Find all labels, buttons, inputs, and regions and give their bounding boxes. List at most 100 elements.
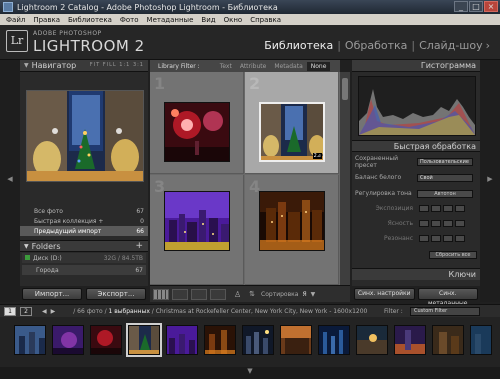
white-balance-dropdown[interactable]: Свой	[417, 173, 473, 182]
navigator-preview[interactable]	[26, 90, 144, 182]
filmstrip-thumbnail[interactable]	[394, 325, 426, 355]
right-edge[interactable]: ▶	[480, 60, 500, 302]
filmstrip-thumbnail[interactable]	[166, 325, 198, 355]
disclosure-icon[interactable]: ▼	[24, 243, 29, 250]
quick-develop-title: Быстрая обработка	[393, 141, 476, 151]
catalog-quick-collection[interactable]: Быстрая коллекция + 0	[20, 216, 148, 226]
import-button[interactable]: Импорт...	[22, 288, 82, 300]
exposure-increase-button[interactable]	[443, 205, 453, 212]
navigator-header[interactable]: ▼ Навигатор FIT FILL 1:1 3:1	[20, 60, 148, 72]
sync-metadata-button[interactable]: Синх. метаданные	[417, 288, 478, 307]
filmstrip-thumbnail-selected[interactable]	[126, 323, 162, 357]
vibrance-decrease-more-button[interactable]	[419, 235, 429, 242]
auto-tone-button[interactable]: Автотон	[417, 189, 473, 198]
filter-attribute[interactable]: Attribute	[236, 63, 271, 70]
clarity-increase-more-button[interactable]	[455, 220, 465, 227]
collapse-right-icon[interactable]: ▶	[480, 175, 500, 183]
keywording-header[interactable]: Ключи	[352, 268, 480, 280]
filmstrip-thumbnail[interactable]	[470, 325, 492, 355]
photo-thumbnail[interactable]	[164, 102, 230, 162]
filmstrip-thumbnail[interactable]	[432, 325, 464, 355]
menu-photo[interactable]: Фото	[116, 16, 143, 24]
menu-window[interactable]: Окно	[220, 16, 247, 24]
clarity-increase-button[interactable]	[443, 220, 453, 227]
export-button[interactable]: Экспорт...	[86, 288, 146, 300]
menu-file[interactable]: Файл	[2, 16, 29, 24]
menu-view[interactable]: Вид	[197, 16, 219, 24]
folder-row[interactable]: Города 67	[22, 265, 146, 275]
filter-dropdown[interactable]: Custom Filter	[410, 307, 480, 316]
maximize-button[interactable]: □	[469, 1, 483, 12]
module-develop[interactable]: Обработка	[345, 39, 407, 52]
nav-back-icon[interactable]: ◀	[42, 308, 47, 315]
filmstrip-thumbnail[interactable]	[356, 325, 388, 355]
photo-thumbnail[interactable]: 2⊿	[259, 102, 325, 162]
filmstrip-thumbnail[interactable]	[318, 325, 350, 355]
page-1-button[interactable]: 1	[4, 306, 16, 316]
filter-metadata[interactable]: Metadata	[270, 63, 306, 70]
left-button-row: Импорт... Экспорт...	[20, 286, 148, 302]
disclosure-icon[interactable]: ▼	[24, 62, 29, 69]
volume-row[interactable]: Диск (D:) 32G / 84.5TB	[22, 253, 146, 263]
filmstrip-thumbnail[interactable]	[90, 325, 122, 355]
histogram-header[interactable]: Гистограмма	[352, 60, 480, 72]
filmstrip-thumbnail[interactable]	[52, 325, 84, 355]
close-button[interactable]: ×	[484, 1, 498, 12]
saved-preset-row: Сохраненный пресет Пользовательские	[352, 155, 480, 169]
nav-forward-icon[interactable]: ▶	[51, 308, 56, 315]
vibrance-decrease-button[interactable]	[431, 235, 441, 242]
clarity-decrease-button[interactable]	[431, 220, 441, 227]
photo-thumbnail[interactable]	[164, 191, 230, 251]
collapse-left-icon[interactable]: ◀	[0, 175, 20, 183]
folders-header[interactable]: ▼ Folders +	[20, 240, 148, 252]
menu-library[interactable]: Библиотека	[64, 16, 116, 24]
quick-develop-header[interactable]: Быстрая обработка	[352, 140, 480, 152]
filmstrip-thumbnail[interactable]	[242, 325, 274, 355]
clarity-decrease-more-button[interactable]	[419, 220, 429, 227]
menu-metadata[interactable]: Метаданные	[143, 16, 198, 24]
catalog-previous-import[interactable]: Предыдущий импорт 66	[20, 226, 148, 236]
sort-dropdown[interactable]: Я	[302, 291, 306, 298]
reset-all-button[interactable]: Сбросить все	[429, 250, 477, 259]
filter-text[interactable]: Text	[216, 63, 236, 70]
minimize-button[interactable]: _	[454, 1, 468, 12]
menu-help[interactable]: Справка	[246, 16, 285, 24]
grid-scrollbar[interactable]	[340, 72, 350, 285]
saved-preset-dropdown[interactable]: Пользовательские	[417, 157, 473, 166]
bottom-panel-toggle-icon[interactable]: ▼	[0, 367, 500, 379]
more-modules-icon[interactable]: ›	[486, 39, 490, 52]
filmstrip-thumbnail[interactable]	[204, 325, 236, 355]
scrollbar-thumb[interactable]	[342, 78, 348, 100]
add-folder-icon[interactable]: +	[135, 241, 143, 251]
grid-view-icon[interactable]	[153, 288, 169, 300]
filter-none[interactable]: None	[306, 61, 331, 71]
exposure-increase-more-button[interactable]	[455, 205, 465, 212]
module-library[interactable]: Библиотека	[264, 39, 333, 52]
catalog-all-photos[interactable]: Все фото 67	[20, 206, 148, 216]
vibrance-increase-button[interactable]	[443, 235, 453, 242]
left-edge[interactable]: ◀	[0, 60, 20, 302]
compare-view-icon[interactable]	[191, 288, 207, 300]
library-filter-bar: Library Filter : Text Attribute Metadata…	[150, 60, 340, 72]
filmstrip-thumbnail[interactable]	[280, 325, 312, 355]
sort-direction-icon[interactable]: ⇅	[249, 290, 255, 298]
grid-cell[interactable]: 4	[245, 175, 339, 285]
loupe-view-icon[interactable]	[172, 288, 188, 300]
module-separator: |	[337, 39, 341, 52]
exposure-decrease-more-button[interactable]	[419, 205, 429, 212]
menu-edit[interactable]: Правка	[29, 16, 64, 24]
grid-cell[interactable]: 1	[150, 72, 244, 174]
grid-cell-selected[interactable]: 2 2⊿	[245, 72, 339, 174]
vibrance-increase-more-button[interactable]	[455, 235, 465, 242]
survey-view-icon[interactable]	[210, 288, 226, 300]
exposure-decrease-button[interactable]	[431, 205, 441, 212]
navigator-zoom-options[interactable]: FIT FILL 1:1 3:1	[90, 62, 144, 68]
sync-settings-button[interactable]: Синх. настройки	[354, 288, 415, 300]
toolbar-menu-icon[interactable]: ▼	[311, 291, 316, 298]
painter-icon[interactable]: ♙	[234, 290, 241, 299]
page-2-button[interactable]: 2	[20, 306, 32, 316]
grid-cell[interactable]: 3	[150, 175, 244, 285]
filmstrip-thumbnail[interactable]	[14, 325, 46, 355]
photo-thumbnail[interactable]	[259, 191, 325, 251]
module-slideshow[interactable]: Слайд-шоу	[419, 39, 482, 52]
